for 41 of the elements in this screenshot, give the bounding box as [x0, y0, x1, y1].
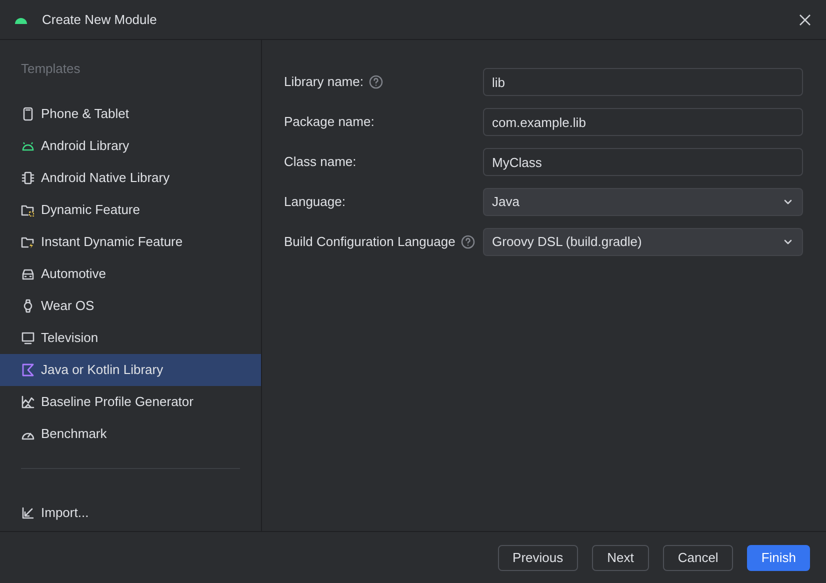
- monitor-icon: [21, 331, 35, 345]
- dialog-button[interactable]: Next: [592, 544, 649, 570]
- field-label: Language:: [284, 193, 346, 212]
- template-item[interactable]: Android Library: [0, 130, 261, 162]
- chip-icon: [21, 171, 35, 185]
- template-item[interactable]: Automotive: [0, 258, 261, 290]
- dropdown[interactable]: Groovy DSL (build.gradle): [483, 228, 803, 256]
- template-item[interactable]: Java or Kotlin Library: [0, 354, 261, 386]
- dialog-button[interactable]: Previous: [498, 544, 578, 570]
- kotlin-icon: [21, 363, 35, 377]
- template-item[interactable]: Wear OS: [0, 290, 261, 322]
- help-icon[interactable]: [461, 235, 476, 249]
- import-item[interactable]: Import...: [0, 497, 261, 529]
- text-field[interactable]: com.example.lib: [483, 108, 803, 136]
- template-item[interactable]: Dynamic Feature: [0, 194, 261, 226]
- field-label: Class name:: [284, 153, 356, 172]
- template-item[interactable]: Benchmark: [0, 418, 261, 450]
- dialog-button[interactable]: Cancel: [662, 544, 734, 570]
- template-item[interactable]: Phone & Tablet: [0, 98, 261, 130]
- template-item[interactable]: Instant Dynamic Feature: [0, 226, 261, 258]
- watch-icon: [21, 299, 35, 313]
- dropdown[interactable]: Java: [483, 188, 803, 216]
- dialog-button[interactable]: Finish: [747, 544, 810, 570]
- help-icon[interactable]: [369, 75, 384, 89]
- phone-icon: [21, 107, 35, 121]
- template-item[interactable]: Android Native Library: [0, 162, 261, 194]
- field-label: Library name:: [284, 73, 364, 92]
- close-icon[interactable]: [798, 12, 812, 26]
- car-icon: [21, 267, 35, 281]
- text-field[interactable]: MyClass: [483, 148, 803, 176]
- window-title: Create New Module: [42, 10, 157, 29]
- field-label: Build Configuration Language: [284, 233, 456, 252]
- arrow-icon: [21, 506, 35, 520]
- chart-icon: [21, 395, 35, 409]
- folder-bolt-icon: [21, 235, 35, 249]
- section-heading: Templates: [21, 60, 80, 78]
- template-item[interactable]: Television: [0, 322, 261, 354]
- field-label: Package name:: [284, 113, 374, 132]
- text-field[interactable]: lib: [483, 68, 803, 96]
- template-item[interactable]: Baseline Profile Generator: [0, 386, 261, 418]
- folder-icon: [21, 203, 35, 217]
